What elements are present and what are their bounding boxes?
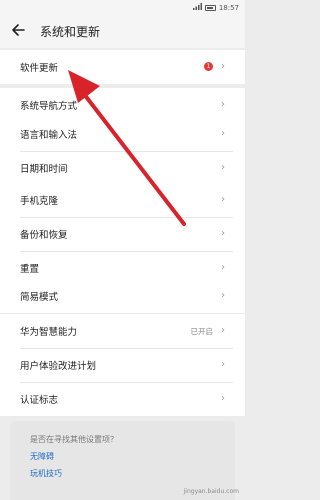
status-bar: 18:57 [0, 0, 245, 14]
settings-item-simple-mode[interactable]: 简易模式 › [0, 279, 245, 313]
settings-group-update: 软件更新 1 › [0, 50, 245, 84]
app-header: 系统和更新 [0, 14, 245, 48]
link-accessibility[interactable]: 无障碍 [30, 451, 54, 462]
chevron-right-icon: › [221, 325, 225, 336]
settings-item-label: 重置 [20, 264, 40, 275]
chevron-right-icon: › [221, 61, 225, 72]
suggestion-question: 是否在寻找其他设置项？ [30, 435, 118, 444]
chevron-right-icon: › [221, 393, 225, 404]
settings-group-simple-mode: 简易模式 › [0, 279, 245, 313]
link-tips[interactable]: 玩机技巧 [30, 468, 62, 479]
settings-item-date-time[interactable]: 日期和时间 › [0, 151, 245, 185]
settings-item-label: 简易模式 [20, 292, 59, 303]
page-title: 系统和更新 [40, 25, 101, 39]
settings-item-label: 用户体验改进计划 [20, 361, 97, 372]
settings-item-language-input[interactable]: 语言和输入法 › [0, 117, 245, 151]
status-time: 18:57 [218, 3, 239, 12]
settings-item-backup-restore[interactable]: 备份和恢复 › [0, 217, 245, 251]
signal-icon [192, 3, 202, 12]
settings-item-label: 系统导航方式 [20, 101, 78, 112]
settings-item-label: 手机克隆 [20, 196, 59, 207]
settings-item-user-experience[interactable]: 用户体验改进计划 › [0, 348, 245, 382]
chevron-right-icon: › [221, 162, 225, 173]
settings-group-language-date: 语言和输入法 › 日期和时间 › [0, 117, 245, 185]
settings-item-certification[interactable]: 认证标志 › [0, 382, 245, 416]
chevron-right-icon: › [221, 194, 225, 205]
chevron-right-icon: › [221, 262, 225, 273]
settings-group-huawei: 华为智慧能力 已开启 › 用户体验改进计划 › 认证标志 › [0, 314, 245, 416]
watermark: jingyan.baidu.com [183, 488, 239, 495]
back-arrow-icon[interactable] [10, 22, 30, 40]
chevron-right-icon: › [221, 359, 225, 370]
settings-item-label: 备份和恢复 [20, 230, 68, 241]
settings-item-label: 日期和时间 [20, 164, 68, 175]
chevron-right-icon: › [221, 128, 225, 139]
item-status-text: 已开启 [190, 327, 214, 336]
settings-item-phone-clone[interactable]: 手机克隆 › [0, 183, 245, 217]
settings-item-label: 华为智慧能力 [20, 327, 78, 338]
settings-item-label: 软件更新 [20, 63, 59, 74]
chevron-right-icon: › [221, 228, 225, 239]
chevron-right-icon: › [221, 99, 225, 110]
notification-badge: 1 [204, 62, 213, 71]
settings-item-label: 语言和输入法 [20, 130, 78, 141]
chevron-right-icon: › [221, 290, 225, 301]
status-icons: 18:57 [192, 3, 239, 12]
settings-group-backup: 手机克隆 › 备份和恢复 › 重置 › [0, 183, 245, 285]
settings-item-label: 认证标志 [20, 395, 59, 406]
settings-item-huawei-smart[interactable]: 华为智慧能力 已开启 › [0, 314, 245, 348]
settings-item-software-update[interactable]: 软件更新 1 › [0, 50, 245, 84]
battery-icon [204, 4, 216, 11]
